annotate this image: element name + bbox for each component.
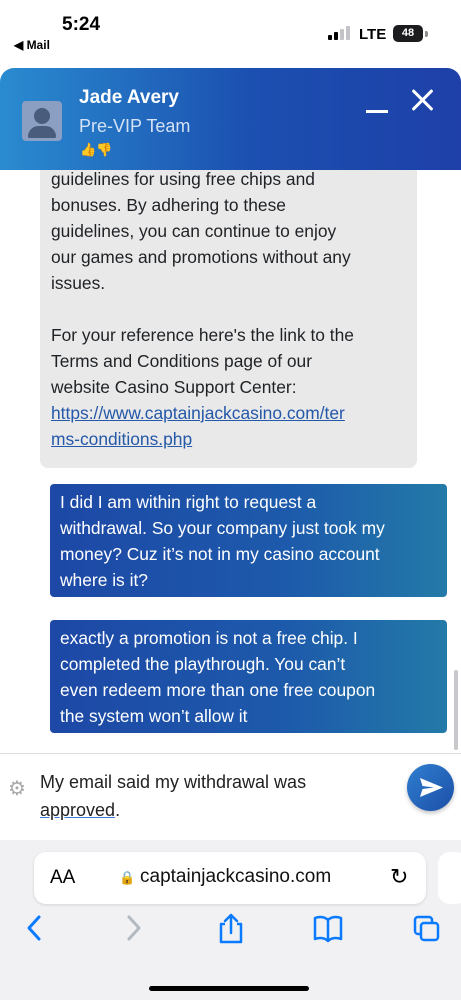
user-message: I did I am within right to request a wit… — [50, 484, 447, 597]
agent-message-line: website Casino Support Center: — [51, 377, 297, 397]
reload-icon[interactable]: ↻ — [390, 864, 408, 890]
agent-message-line: issues. — [51, 273, 106, 293]
status-time: 5:24 — [62, 14, 101, 35]
spellcheck-word: approved — [40, 800, 116, 820]
address-bar[interactable]: AA 🔒 captainjackcasino.com ↻ — [34, 852, 426, 904]
share-icon[interactable] — [216, 913, 246, 945]
user-message: exactly a promotion is not a free chip. … — [50, 620, 447, 733]
user-message-line: withdrawal. So your company just took my — [60, 518, 385, 538]
send-button[interactable] — [407, 764, 454, 811]
chat-scrollbar[interactable] — [454, 670, 458, 750]
browser-toolbar: AA 🔒 captainjackcasino.com ↻ — [0, 840, 461, 1000]
message-input-line: approved. — [40, 796, 390, 824]
send-icon — [420, 778, 443, 797]
avatar-head — [34, 108, 50, 124]
agent-name: Jade Avery — [79, 87, 179, 108]
agent-message-spacer — [51, 296, 407, 322]
agent-team: Pre-VIP Team — [79, 116, 191, 136]
battery-tip — [425, 31, 428, 37]
reader-settings-button[interactable]: AA — [50, 867, 75, 889]
back-chevron-icon[interactable] — [22, 913, 46, 943]
user-message-line: the system won’t allow it — [60, 706, 248, 726]
settings-gear-icon[interactable]: ⚙ — [8, 776, 26, 801]
terms-link[interactable]: https://www.captainjackcasino.com/ter — [51, 400, 407, 426]
user-message-line: even redeem more than one free coupon — [60, 680, 376, 700]
agent-message-line: guidelines for using free chips and — [51, 170, 315, 189]
avatar-body — [28, 126, 56, 138]
user-message-line: money? Cuz it’s not in my casino account — [60, 544, 380, 564]
user-message-line: where is it? — [60, 570, 148, 590]
chat-header: Jade Avery Pre-VIP Team 👍👎 — [0, 68, 461, 170]
next-tab-preview[interactable] — [438, 852, 461, 904]
back-to-mail-link[interactable]: ◀ Mail — [14, 38, 50, 52]
agent-message-line: For your reference here's the link to th… — [51, 325, 354, 345]
terms-link-continued[interactable]: ms-conditions.php — [51, 426, 407, 452]
url-text[interactable]: captainjackcasino.com — [140, 866, 331, 888]
message-input[interactable]: My email said my withdrawal was approved… — [40, 768, 390, 824]
rate-agent-thumbs-icon[interactable]: 👍👎 — [80, 142, 112, 158]
home-indicator — [149, 986, 309, 991]
agent-message: guidelines for using free chips and bonu… — [40, 170, 417, 468]
message-input-tail: . — [115, 800, 121, 820]
chat-transcript[interactable]: guidelines for using free chips and bonu… — [0, 170, 461, 753]
agent-message-line: bonuses. By adhering to these — [51, 195, 286, 215]
agent-message-line: Terms and Conditions page of our — [51, 351, 313, 371]
agent-avatar — [22, 101, 62, 141]
lock-icon: 🔒 — [119, 870, 136, 885]
message-composer: ⚙ My email said my withdrawal was approv… — [0, 753, 461, 840]
user-message-line: I did I am within right to request a — [60, 492, 317, 512]
user-message-line: completed the playthrough. You can’t — [60, 654, 346, 674]
battery-level: 48 — [401, 27, 415, 39]
cellular-signal-icon — [328, 26, 352, 40]
network-type: LTE — [359, 26, 387, 43]
status-bar: 5:24 ◀ Mail LTE 48 — [0, 0, 461, 68]
close-icon[interactable] — [409, 86, 437, 114]
tabs-icon[interactable] — [411, 913, 441, 943]
battery-icon: 48 — [393, 25, 423, 42]
agent-message-line: guidelines, you can continue to enjoy — [51, 221, 337, 241]
message-input-line: My email said my withdrawal was — [40, 772, 307, 792]
bookmarks-icon[interactable] — [312, 913, 344, 943]
user-message-line: exactly a promotion is not a free chip. … — [60, 628, 358, 648]
minimize-icon[interactable] — [366, 110, 388, 113]
forward-chevron-icon[interactable] — [122, 913, 146, 943]
agent-message-line: our games and promotions without any — [51, 247, 351, 267]
